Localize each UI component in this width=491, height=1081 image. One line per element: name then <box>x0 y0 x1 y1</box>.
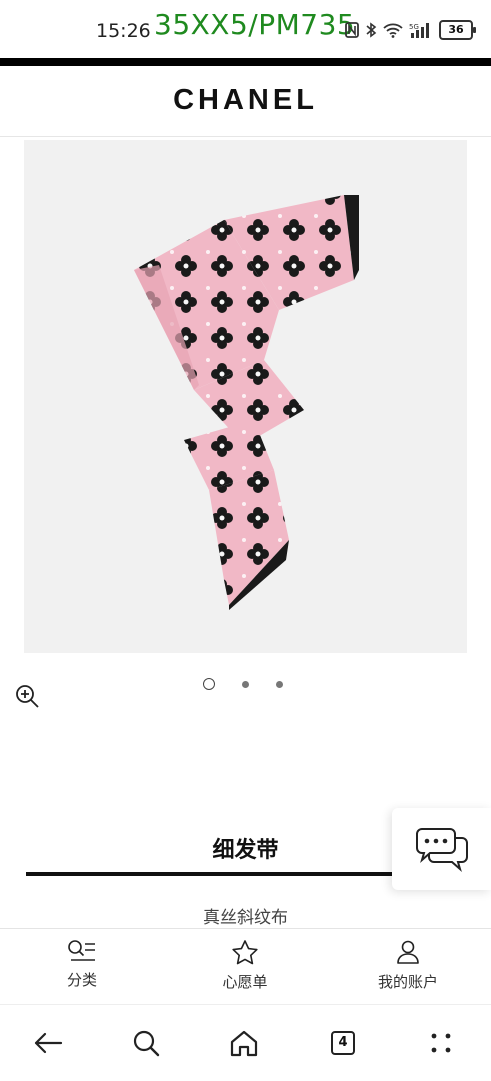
tabs-button[interactable]: 4 <box>327 1027 359 1059</box>
more-icon <box>431 1033 451 1053</box>
search-button[interactable] <box>130 1027 162 1059</box>
5g-signal-icon: 5G <box>409 23 429 38</box>
search-icon <box>133 1030 160 1057</box>
nav-wishlist[interactable]: 心愿单 <box>185 939 305 992</box>
chat-icon <box>415 828 468 872</box>
nav-category-label: 分类 <box>66 971 97 989</box>
nav-wishlist-label: 心愿单 <box>222 973 268 991</box>
status-time: 15:26 <box>96 20 151 42</box>
chat-button[interactable] <box>392 808 491 890</box>
carousel-dots <box>203 678 283 690</box>
carousel-dot[interactable] <box>242 680 249 688</box>
browser-toolbar: 4 <box>0 1004 491 1081</box>
category-search-icon <box>68 940 95 961</box>
bottom-nav: 分类 心愿单 我的账户 <box>0 928 491 1005</box>
scarf-image <box>134 195 359 610</box>
back-button[interactable] <box>32 1027 64 1059</box>
brand-logo[interactable]: CHANEL <box>0 84 491 117</box>
carousel-dot-active[interactable] <box>203 678 215 690</box>
star-icon <box>232 940 258 965</box>
battery-icon: 36 <box>439 20 476 40</box>
product-image[interactable] <box>24 140 467 653</box>
overlay-code-text: 35XX5/PM735 <box>154 8 356 41</box>
site-header: CHANEL <box>0 66 491 137</box>
home-icon <box>230 1030 258 1057</box>
back-arrow-icon <box>34 1032 63 1054</box>
nav-category[interactable]: 分类 <box>22 939 142 990</box>
svg-text:5G: 5G <box>409 23 419 31</box>
top-divider <box>0 58 491 66</box>
nfc-icon <box>345 22 359 38</box>
zoom-in-icon[interactable] <box>14 683 40 709</box>
status-icons: 5G 36 <box>345 20 476 40</box>
home-button[interactable] <box>228 1027 260 1059</box>
status-bar: 15:26 35XX5/PM735 5G 36 <box>0 0 491 58</box>
person-icon <box>397 940 419 964</box>
more-button[interactable] <box>425 1027 457 1059</box>
nav-account[interactable]: 我的账户 <box>348 939 468 992</box>
bluetooth-icon <box>366 22 377 38</box>
product-material: 真丝斜纹布 <box>203 908 288 928</box>
tabs-icon: 4 <box>331 1031 355 1055</box>
wifi-icon <box>383 23 403 38</box>
nav-account-label: 我的账户 <box>377 973 438 991</box>
carousel-dot[interactable] <box>276 680 283 688</box>
